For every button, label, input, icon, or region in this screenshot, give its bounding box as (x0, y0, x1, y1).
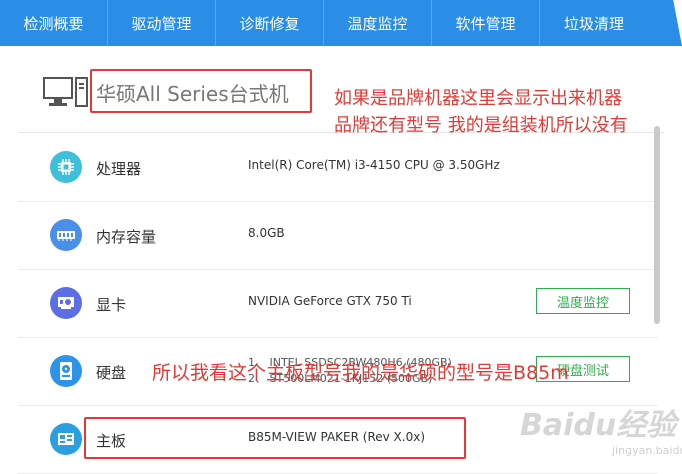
cpu-icon (50, 151, 82, 183)
hardware-row-memory: 内存容量 8.0GB (18, 201, 658, 270)
scrollbar-thumb[interactable] (654, 126, 660, 324)
tab-junk-cleanup[interactable]: 垃圾清理 (540, 0, 648, 46)
tab-driver-management[interactable]: 驱动管理 (108, 0, 216, 46)
annotation-middle: 所以我看这个主板型号我的是华硕的型号是B85m (152, 362, 569, 384)
top-tab-bar: 检测概要 驱动管理 诊断修复 温度监控 软件管理 垃圾清理 (0, 0, 682, 46)
annotation-top-line1: 如果是品牌机器这里会显示出来机器 (334, 88, 622, 109)
watermark-logo: Baidu经验 (520, 408, 677, 443)
motherboard-icon (50, 423, 82, 455)
desktop-computer-icon (43, 77, 88, 107)
memory-value: 8.0GB (248, 226, 285, 240)
machine-name-highlight-box (90, 69, 312, 113)
cpu-label: 处理器 (96, 160, 142, 178)
disk-label: 硬盘 (96, 364, 127, 382)
tab-temperature-monitor[interactable]: 温度监控 (324, 0, 432, 46)
watermark-url: jingyan.baidu.com (612, 444, 682, 457)
graphics-card-icon (50, 287, 82, 319)
tab-diagnose-repair[interactable]: 诊断修复 (216, 0, 324, 46)
hardware-row-cpu: 处理器 Intel(R) Core(TM) i3-4150 CPU @ 3.50… (18, 133, 658, 202)
tab-software-management[interactable]: 软件管理 (432, 0, 540, 46)
memory-label: 内存容量 (96, 228, 157, 246)
motherboard-highlight-box (84, 417, 466, 459)
graphics-value: NVIDIA GeForce GTX 750 Ti (248, 294, 412, 308)
graphics-label: 显卡 (96, 296, 127, 314)
memory-icon (50, 219, 82, 251)
temperature-monitor-button[interactable]: 温度监控 (536, 288, 630, 314)
hard-disk-icon (50, 355, 82, 387)
cpu-value: Intel(R) Core(TM) i3-4150 CPU @ 3.50GHz (248, 158, 500, 172)
hardware-row-graphics: 显卡 NVIDIA GeForce GTX 750 Ti 温度监控 (18, 269, 658, 338)
tab-overview[interactable]: 检测概要 (0, 0, 108, 46)
